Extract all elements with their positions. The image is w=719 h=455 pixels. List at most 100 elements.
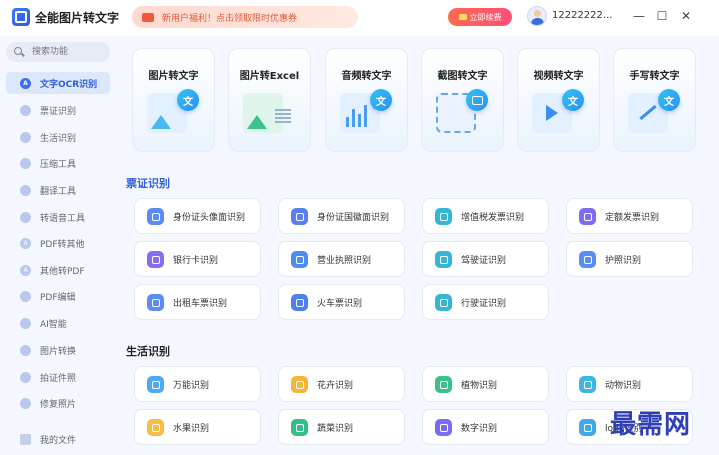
sidebar: A 文字OCR识别 票证识别 生活识别 压缩工具 翻译工具 转语音工具 A PD… — [0, 36, 118, 455]
maximize-button[interactable]: ☐ — [654, 8, 670, 24]
func-plant[interactable]: 植物识别 — [422, 366, 549, 402]
sidebar-item-life[interactable]: 生活识别 — [6, 126, 110, 148]
func-bank-card[interactable]: 银行卡识别 — [134, 241, 261, 277]
func-label: 植物识别 — [461, 380, 498, 391]
spreadsheet-icon — [275, 109, 291, 123]
ticket-icon — [20, 104, 31, 116]
func-fruit[interactable]: 水果识别 — [134, 409, 261, 445]
sidebar-item-id-photo[interactable]: 拍证件照 — [6, 366, 110, 388]
sidebar-item-repair-photo[interactable]: 修复照片 — [6, 392, 110, 414]
func-fixed-invoice[interactable]: 定额发票识别 — [566, 198, 693, 234]
text-badge-icon: 文 — [370, 89, 392, 111]
logo-icon — [579, 418, 596, 436]
sidebar-item-label: 翻译工具 — [40, 186, 77, 197]
close-button[interactable]: ✕ — [678, 8, 694, 24]
func-label: 数字识别 — [461, 423, 498, 434]
pdf-convert-icon: A — [20, 237, 31, 249]
sidebar-item-pdf-edit[interactable]: PDF编辑 — [6, 285, 110, 307]
func-vegetable[interactable]: 蔬菜识别 — [278, 409, 405, 445]
sidebar-item-image-convert[interactable]: 图片转换 — [6, 339, 110, 361]
sidebar-item-compress[interactable]: 压缩工具 — [6, 152, 110, 174]
func-label: 身份证头像面识别 — [173, 212, 246, 223]
section-title-tickets: 票证识别 — [126, 177, 170, 190]
compress-icon — [20, 157, 31, 169]
func-vat-invoice[interactable]: 增值税发票识别 — [422, 198, 549, 234]
search-icon — [14, 47, 22, 55]
translate-icon — [20, 184, 31, 196]
func-animal[interactable]: 动物识别 — [566, 366, 693, 402]
promo-banner[interactable]: 新用户福利！点击领取限时优惠券 — [132, 6, 358, 28]
func-passport[interactable]: 护照识别 — [566, 241, 693, 277]
repair-photo-icon — [20, 397, 31, 409]
func-train-ticket[interactable]: 火车票识别 — [278, 284, 405, 320]
vehicle-license-icon — [435, 293, 452, 311]
life-icon — [20, 131, 31, 143]
text-badge-icon: 文 — [177, 89, 199, 111]
func-label: 护照识别 — [605, 255, 642, 266]
func-id-back[interactable]: 身份证国徽面识别 — [278, 198, 405, 234]
id-card-icon — [291, 207, 308, 225]
watermark: 最需网 — [610, 410, 692, 440]
ocr-icon: A — [20, 77, 31, 89]
sidebar-item-label: 其他转PDF — [40, 266, 85, 277]
camera-icon — [466, 89, 488, 111]
func-flower[interactable]: 花卉识别 — [278, 366, 405, 402]
image-convert-icon — [20, 344, 31, 356]
avatar[interactable] — [527, 6, 547, 26]
promo-text: 新用户福利！点击领取限时优惠券 — [162, 13, 298, 24]
invoice-icon — [435, 207, 452, 225]
func-vehicle-license[interactable]: 行驶证识别 — [422, 284, 549, 320]
sidebar-item-label: 票证识别 — [40, 106, 77, 117]
feature-image-to-excel[interactable]: 图片转Excel — [228, 48, 311, 152]
feature-title: 音频转文字 — [341, 71, 392, 82]
passport-icon — [579, 250, 596, 268]
feature-handwriting-to-text[interactable]: 手写转文字 文 — [613, 48, 696, 152]
vegetable-icon — [291, 418, 308, 436]
sidebar-item-pdf-convert[interactable]: A PDF转其他 — [6, 232, 110, 254]
feature-image-to-text[interactable]: 图片转文字 文 — [132, 48, 215, 152]
func-label: 出租车票识别 — [173, 298, 228, 309]
plant-icon — [435, 375, 452, 393]
fruit-icon — [147, 418, 164, 436]
sidebar-item-translate[interactable]: 翻译工具 — [6, 179, 110, 201]
sidebar-item-label: 拍证件照 — [40, 373, 77, 384]
ai-icon — [20, 317, 31, 329]
func-id-front[interactable]: 身份证头像面识别 — [134, 198, 261, 234]
to-pdf-icon: A — [20, 264, 31, 276]
feature-title: 图片转Excel — [239, 71, 300, 82]
func-driver-license[interactable]: 驾驶证识别 — [422, 241, 549, 277]
vip-renew-button[interactable]: 立即续费 — [448, 8, 512, 26]
username[interactable]: 12222222... — [552, 10, 612, 21]
sidebar-item-to-pdf[interactable]: A 其他转PDF — [6, 259, 110, 281]
func-business-license[interactable]: 营业执照识别 — [278, 241, 405, 277]
sidebar-item-my-files[interactable]: 我的文件 — [6, 428, 110, 450]
sidebar-item-ocr[interactable]: A 文字OCR识别 — [6, 72, 110, 94]
flower-icon — [291, 375, 308, 393]
minimize-button[interactable]: — — [631, 8, 647, 24]
train-icon — [291, 293, 308, 311]
vip-label: 立即续费 — [469, 12, 502, 22]
func-label: 蔬菜识别 — [317, 423, 354, 434]
func-label: 营业执照识别 — [317, 255, 372, 266]
text-badge-icon: 文 — [562, 89, 584, 111]
section-title-life: 生活识别 — [126, 345, 170, 358]
func-label: 行驶证识别 — [461, 298, 507, 309]
feature-video-to-text[interactable]: 视频转文字 文 — [517, 48, 600, 152]
animal-icon — [579, 375, 596, 393]
sidebar-item-ai[interactable]: AI智能 — [6, 312, 110, 334]
text-badge-icon: 文 — [658, 89, 680, 111]
func-label: 水果识别 — [173, 423, 210, 434]
id-card-icon — [147, 207, 164, 225]
func-taxi-ticket[interactable]: 出租车票识别 — [134, 284, 261, 320]
sidebar-item-ticket[interactable]: 票证识别 — [6, 99, 110, 121]
func-digit[interactable]: 数字识别 — [422, 409, 549, 445]
func-label: 花卉识别 — [317, 380, 354, 391]
sidebar-item-label: 修复照片 — [40, 399, 77, 410]
feature-screenshot-to-text[interactable]: 截图转文字 — [421, 48, 504, 152]
func-label: 增值税发票识别 — [461, 212, 525, 223]
sidebar-item-voice[interactable]: 转语音工具 — [6, 206, 110, 228]
func-universal[interactable]: 万能识别 — [134, 366, 261, 402]
feature-audio-to-text[interactable]: 音频转文字 文 — [325, 48, 408, 152]
main-content: 图片转文字 文 图片转Excel 音频转文字 文 截图转文字 视频转文字 文 手… — [118, 36, 719, 455]
id-photo-icon — [20, 371, 31, 383]
